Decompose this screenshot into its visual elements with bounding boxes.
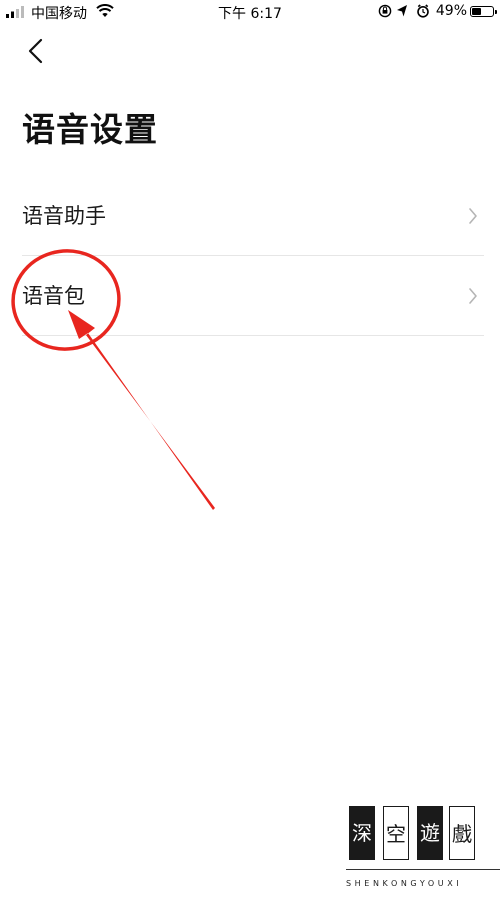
- status-icons: [378, 4, 429, 18]
- watermark-chars: 深 空 遊 戲: [349, 806, 475, 860]
- voice-assistant-item[interactable]: 语音助手: [22, 176, 484, 256]
- battery-fill: [472, 8, 481, 15]
- voice-pack-label: 语音包: [22, 284, 85, 308]
- watermark-text: SHENKONGYOUXI: [346, 879, 463, 888]
- watermark-logo: 深 空 遊 戲 SHENKONGYOUXI: [346, 806, 500, 894]
- watermark-char-2: 空: [383, 806, 409, 860]
- watermark-char-4: 戲: [449, 806, 475, 860]
- status-bar: 中国移动 下午 6:17 49%: [0, 0, 500, 24]
- settings-list: 语音助手 语音包: [22, 176, 484, 336]
- voice-assistant-label: 语音助手: [22, 204, 106, 228]
- chevron-right-icon: [469, 208, 477, 224]
- orientation-lock-icon: [378, 4, 392, 18]
- chevron-left-icon[interactable]: [22, 36, 52, 66]
- watermark-char-1: 深: [349, 806, 375, 860]
- battery-icon: [470, 6, 497, 17]
- page-title: 语音设置: [22, 110, 158, 149]
- location-icon: [397, 5, 407, 17]
- pointer-arrow: [68, 310, 215, 510]
- voice-pack-item[interactable]: 语音包: [22, 256, 484, 336]
- watermark-divider: [346, 869, 500, 870]
- alarm-icon: [417, 4, 429, 18]
- chevron-right-icon: [469, 288, 477, 304]
- watermark-char-3: 遊: [417, 806, 443, 860]
- battery-percentage: 49%: [435, 3, 467, 19]
- battery-tip: [495, 10, 497, 14]
